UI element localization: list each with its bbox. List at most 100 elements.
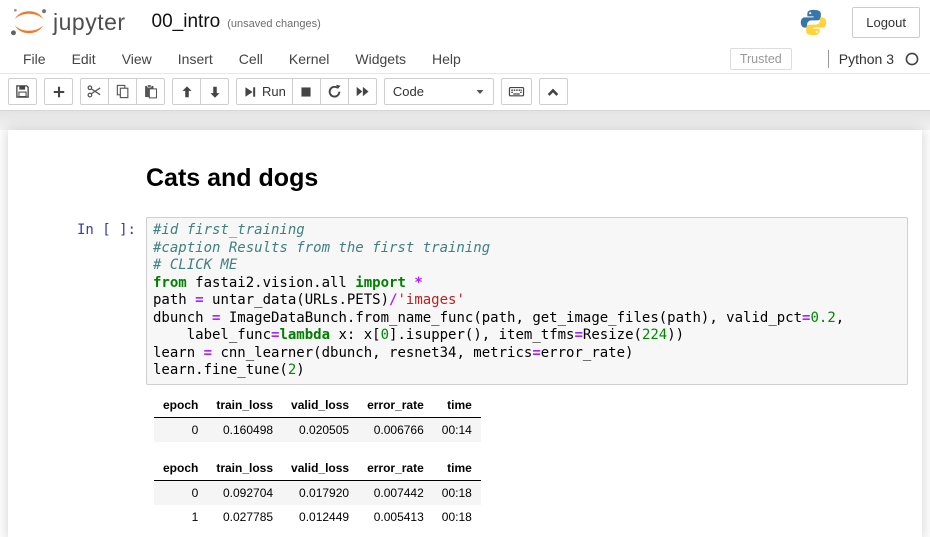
menu-item-cell[interactable]: Cell bbox=[226, 44, 276, 73]
app-name: jupyter bbox=[53, 9, 126, 36]
restart-kernel-button[interactable] bbox=[320, 78, 349, 105]
run-button[interactable]: Run bbox=[236, 78, 293, 105]
kernel-name: Python 3 bbox=[839, 51, 894, 67]
code-line: path = untar_data(URLs.PETS)/'images' bbox=[153, 292, 901, 310]
table-row: 00.1604980.0205050.00676600:14 bbox=[154, 417, 481, 442]
menubar-right: Trusted Python 3 bbox=[730, 44, 920, 73]
arrow-up-icon bbox=[180, 85, 194, 99]
save-icon bbox=[15, 84, 30, 99]
table-cell: 0.005413 bbox=[358, 505, 433, 529]
code-line: from fastai2.vision.all import * bbox=[153, 275, 901, 293]
table-header-cell: train_loss bbox=[207, 456, 282, 481]
menu-item-view[interactable]: View bbox=[109, 44, 165, 73]
table-cell: 0.017920 bbox=[282, 480, 358, 505]
menu-item-insert[interactable]: Insert bbox=[165, 44, 226, 73]
table-cell: 00:18 bbox=[433, 505, 481, 529]
cut-button[interactable] bbox=[80, 78, 109, 105]
table-cell: 0 bbox=[154, 417, 207, 442]
save-button[interactable] bbox=[8, 78, 37, 105]
restart-run-all-button[interactable] bbox=[348, 78, 377, 105]
menu-item-kernel[interactable]: Kernel bbox=[276, 44, 342, 73]
notebook-title[interactable]: 00_intro bbox=[152, 11, 221, 33]
menu-item-file[interactable]: File bbox=[10, 44, 59, 73]
markdown-cell[interactable]: Cats and dogs bbox=[8, 160, 922, 217]
caret-down-icon bbox=[475, 87, 485, 97]
table-cell: 00:18 bbox=[433, 480, 481, 505]
command-palette-button[interactable] bbox=[501, 78, 532, 105]
table-header-cell: valid_loss bbox=[282, 456, 358, 481]
kernel-idle-icon bbox=[904, 51, 920, 67]
table-cell: 0.007442 bbox=[358, 480, 433, 505]
code-editor[interactable]: #id first_training#caption Results from … bbox=[146, 217, 908, 385]
menu-item-widgets[interactable]: Widgets bbox=[342, 44, 419, 73]
table-cell: 0.160498 bbox=[207, 417, 282, 442]
chevron-up-icon bbox=[546, 85, 560, 99]
step-forward-icon bbox=[243, 85, 257, 99]
menu-item-help[interactable]: Help bbox=[419, 44, 474, 73]
interrupt-kernel-button[interactable] bbox=[292, 78, 321, 105]
code-line: learn.fine_tune(2) bbox=[153, 362, 901, 380]
table-header-cell: valid_loss bbox=[282, 393, 358, 418]
table-cell: 0.027785 bbox=[207, 505, 282, 529]
header: jupyter 00_intro (unsaved changes) Logou… bbox=[0, 0, 930, 44]
keyboard-icon bbox=[508, 84, 525, 99]
run-button-label: Run bbox=[262, 84, 286, 99]
copy-icon bbox=[115, 84, 130, 99]
move-cell-up-button[interactable] bbox=[172, 78, 201, 105]
copy-button[interactable] bbox=[108, 78, 137, 105]
input-prompt: In [ ]: bbox=[8, 217, 146, 385]
jupyter-app: jupyter 00_intro (unsaved changes) Logou… bbox=[0, 0, 930, 537]
training-results-table: epochtrain_lossvalid_losserror_ratetime0… bbox=[154, 393, 481, 442]
move-cell-down-button[interactable] bbox=[200, 78, 229, 105]
paste-icon bbox=[143, 84, 158, 99]
table-row: 10.0277850.0124490.00541300:18 bbox=[154, 505, 481, 529]
restart-icon bbox=[327, 84, 342, 99]
code-cell[interactable]: In [ ]: #id first_training#caption Resul… bbox=[8, 217, 922, 385]
python-logo-icon bbox=[799, 8, 828, 37]
code-line: # CLICK ME bbox=[153, 257, 901, 275]
fast-forward-icon bbox=[355, 84, 370, 99]
paste-button[interactable] bbox=[136, 78, 165, 105]
code-line: dbunch = ImageDataBunch.from_name_func(p… bbox=[153, 310, 901, 328]
code-line: #caption Results from the first training bbox=[153, 240, 901, 258]
table-header-cell: time bbox=[433, 393, 481, 418]
jupyter-logo[interactable]: jupyter bbox=[8, 6, 126, 38]
cell-type-select[interactable]: Code bbox=[384, 78, 494, 105]
add-cell-button[interactable] bbox=[44, 78, 73, 105]
toolbar: Run Code bbox=[0, 74, 930, 110]
output-area: epochtrain_lossvalid_losserror_ratetime0… bbox=[154, 385, 922, 529]
table-cell: 0.092704 bbox=[207, 480, 282, 505]
table-header-cell: error_rate bbox=[358, 456, 433, 481]
divider bbox=[828, 50, 829, 68]
table-cell: 0.006766 bbox=[358, 417, 433, 442]
menu-list: FileEditViewInsertCellKernelWidgetsHelp bbox=[10, 44, 474, 73]
header-shadow-band bbox=[0, 110, 930, 130]
table-cell: 0 bbox=[154, 480, 207, 505]
code-line: learn = cnn_learner(dbunch, resnet34, me… bbox=[153, 345, 901, 363]
collapse-header-button[interactable] bbox=[539, 78, 568, 105]
cell-type-value: Code bbox=[393, 84, 424, 99]
scissors-icon bbox=[87, 84, 102, 99]
table-row: 00.0927040.0179200.00744200:18 bbox=[154, 480, 481, 505]
autosave-status: (unsaved changes) bbox=[227, 18, 321, 30]
training-results-table: epochtrain_lossvalid_losserror_ratetime0… bbox=[154, 456, 481, 529]
notebook-container: Cats and dogs In [ ]: #id first_training… bbox=[8, 130, 922, 537]
table-header-cell: error_rate bbox=[358, 393, 433, 418]
title-box: 00_intro (unsaved changes) bbox=[152, 11, 321, 33]
stop-icon bbox=[299, 85, 313, 99]
table-header-cell: epoch bbox=[154, 456, 207, 481]
table-cell: 1 bbox=[154, 505, 207, 529]
arrow-down-icon bbox=[208, 85, 222, 99]
table-header-cell: time bbox=[433, 456, 481, 481]
code-content: #id first_training#caption Results from … bbox=[153, 222, 901, 380]
jupyter-logo-icon bbox=[8, 6, 50, 38]
table-header-cell: epoch bbox=[154, 393, 207, 418]
table-header-cell: train_loss bbox=[207, 393, 282, 418]
trusted-badge[interactable]: Trusted bbox=[730, 48, 792, 70]
menubar: FileEditViewInsertCellKernelWidgetsHelp … bbox=[0, 44, 930, 74]
menu-item-edit[interactable]: Edit bbox=[59, 44, 109, 73]
table-cell: 0.012449 bbox=[282, 505, 358, 529]
logout-button[interactable]: Logout bbox=[852, 7, 920, 38]
table-cell: 00:14 bbox=[433, 417, 481, 442]
heading: Cats and dogs bbox=[146, 164, 318, 193]
